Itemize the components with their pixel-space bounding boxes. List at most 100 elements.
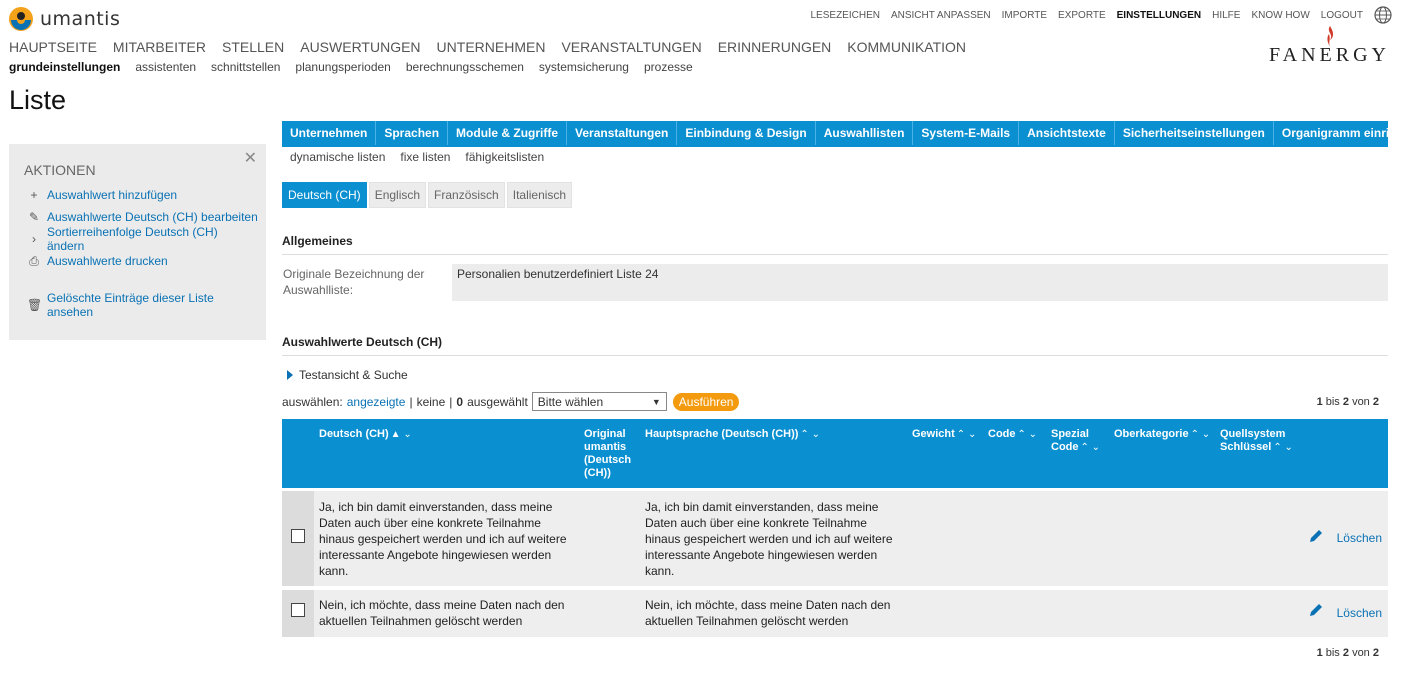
bulk-action-select[interactable]: Bitte wählen ▼ [531,392,667,411]
brand-text: FANERGY [1269,44,1390,66]
tab-ansichtstexte[interactable]: Ansichtstexte [1019,121,1115,145]
action-label: Auswahlwerte drucken [47,254,168,268]
pencil-icon[interactable] [1308,528,1324,544]
mainnav-unternehmen[interactable]: UNTERNEHMEN [437,39,546,55]
tab-veranstaltungen[interactable]: Veranstaltungen [567,121,678,145]
tab-module-zugriffe[interactable]: Module & Zugriffe [448,121,568,145]
mainnav-auswertungen[interactable]: AUSWERTUNGEN [300,39,420,55]
lang-tab-englisch[interactable]: Englisch [368,182,427,208]
action-change-sort-order[interactable]: › Sortierreihenfolge Deutsch (CH) ändern [17,225,258,253]
topnav-einstellungen[interactable]: EINSTELLUNGEN [1117,10,1201,21]
topnav-logout[interactable]: LOGOUT [1321,10,1363,21]
subnav-berechnungsschemen[interactable]: berechnungsschemen [406,60,524,74]
col-label: Code [1051,441,1079,453]
umantis-logo[interactable]: umantis [8,6,120,32]
subnav-schnittstellen[interactable]: schnittstellen [211,60,280,74]
plus-icon: + [30,188,38,202]
subnav-systemsicherung[interactable]: systemsicherung [539,60,629,74]
topnav-lesezeichen[interactable]: LESEZEICHEN [811,10,880,21]
sort-icon[interactable]: ⌃ ⌄ [800,429,820,440]
fanergy-brand: FANERGY [1269,26,1390,67]
topnav-know-how[interactable]: KNOW HOW [1251,10,1309,21]
lang-tab-franzoesisch[interactable]: Französisch [428,182,505,208]
mainnav-stellen[interactable]: STELLEN [222,39,284,55]
col-quellsystem-schluessel[interactable]: Quellsystem Schlüssel ⌃ ⌄ [1220,428,1293,454]
lang-tab-deutsch[interactable]: Deutsch (CH) [282,182,367,208]
text-line: Nein, ich möchte, dass meine Daten nach … [319,598,565,612]
topnav-exporte[interactable]: EXPORTE [1058,10,1106,21]
cell-deutsch: Ja, ich bin damit einverstanden, dass me… [319,499,579,579]
action-print-values[interactable]: ⎙ Auswahlwerte drucken [17,250,258,272]
action-view-deleted[interactable]: 🗑 Gelöschte Einträge dieser Liste ansehe… [17,291,258,319]
row-checkbox[interactable] [291,529,305,543]
table-header: Deutsch (CH) ▲ ⌄ Original umantis (Deutsc… [282,419,1388,488]
page-title: Liste [9,85,67,115]
text-line: hinaus gespeichert werden und ich auf we… [645,532,893,546]
subtab-faehigkeitslisten[interactable]: fähigkeitslisten [465,150,544,164]
col-spezial-code[interactable]: Spezial Code ⌃ ⌄ [1051,428,1100,454]
tab-organigramm[interactable]: Organigramm einrichten [1274,121,1402,145]
lang-tab-italienisch[interactable]: Italienisch [506,182,573,208]
sort-icon[interactable]: ⌃ ⌄ [1273,442,1293,453]
section-heading-general: Allgemeines [282,234,1388,255]
text-line: kann. [319,564,349,578]
action-add-value[interactable]: + Auswahlwert hinzufügen [17,184,258,206]
tab-unternehmen[interactable]: Unternehmen [282,121,377,145]
sort-icon[interactable]: ⌃ ⌄ [1081,442,1101,453]
subnav-grundeinstellungen[interactable]: grundeinstellungen [9,60,120,74]
col-deutsch[interactable]: Deutsch (CH) ▲ ⌄ [319,428,412,441]
subnav-prozesse[interactable]: prozesse [644,60,693,74]
delete-link[interactable]: Löschen [1337,606,1382,620]
col-label: Spezial [1051,428,1089,440]
delete-link[interactable]: Löschen [1337,531,1382,545]
tab-auswahllisten[interactable]: Auswahllisten [816,121,914,145]
topnav-importe[interactable]: IMPORTE [1002,10,1047,21]
action-label: Auswahlwerte Deutsch (CH) bearbeiten [47,210,258,224]
col-hauptsprache[interactable]: Hauptsprache (Deutsch (CH)) ⌃ ⌄ [645,428,820,441]
sort-icon[interactable]: ⌃ ⌄ [1191,429,1211,440]
pencil-icon[interactable] [1308,602,1324,618]
subnav-planungsperioden[interactable]: planungsperioden [295,60,390,74]
sort-icon[interactable]: ⌃ ⌄ [957,429,977,440]
main-navigation: HAUPTSEITE MITARBEITER STELLEN AUSWERTUN… [9,39,966,55]
topnav-ansicht-anpassen[interactable]: ANSICHT ANPASSEN [891,10,991,21]
subtab-dynamische-listen[interactable]: dynamische listen [290,150,385,164]
tab-einbindung-design[interactable]: Einbindung & Design [677,121,816,145]
col-gewicht[interactable]: Gewicht ⌃ ⌄ [912,428,976,441]
mainnav-veranstaltungen[interactable]: VERANSTALTUNGEN [561,39,701,55]
actions-title: AKTIONEN [24,162,96,178]
testansicht-toggle[interactable]: Testansicht & Suche [287,368,408,382]
subtab-fixe-listen[interactable]: fixe listen [400,150,450,164]
top-navigation: LESEZEICHEN ANSICHT ANPASSEN IMPORTE EXP… [811,6,1393,24]
globe-icon[interactable] [1374,6,1392,24]
tab-system-emails[interactable]: System-E-Mails [913,121,1020,145]
col-oberkategorie[interactable]: Oberkategorie ⌃ ⌄ [1114,428,1210,441]
sort-icon[interactable]: ⌃ ⌄ [1018,429,1038,440]
row-checkbox[interactable] [291,603,305,617]
tab-sprachen[interactable]: Sprachen [376,121,449,145]
select-value: Bitte wählen [537,394,604,409]
select-none-link[interactable]: keine [417,395,446,409]
sort-icon[interactable]: ▲ ⌄ [391,429,412,440]
pager-top: 1 bis 2 von 2 [1317,396,1379,408]
mainnav-hauptseite[interactable]: HAUPTSEITE [9,39,97,55]
pager-mid: bis [1325,396,1340,408]
pager-of: von [1352,647,1370,659]
flame-icon [1326,26,1333,46]
pager-total: 2 [1372,396,1379,408]
mainnav-erinnerungen[interactable]: ERINNERUNGEN [718,39,832,55]
mainnav-mitarbeiter[interactable]: MITARBEITER [113,39,206,55]
select-shown-link[interactable]: angezeigte [347,395,406,409]
label-line: Auswahlliste: [283,283,354,297]
subnav-assistenten[interactable]: assistenten [135,60,196,74]
sub-navigation: grundeinstellungen assistenten schnittst… [9,60,693,74]
topnav-hilfe[interactable]: HILFE [1212,10,1240,21]
mainnav-kommunikation[interactable]: KOMMUNIKATION [847,39,966,55]
logo-text: umantis [40,8,121,30]
ausfuehren-button[interactable]: Ausführen [672,392,740,411]
tab-sicherheitseinstellungen[interactable]: Sicherheitseinstellungen [1115,121,1274,145]
close-icon[interactable]: ✕ [244,148,257,168]
col-code[interactable]: Code ⌃ ⌄ [988,428,1037,441]
pager-to: 2 [1342,647,1349,659]
col-label: Gewicht [912,428,955,440]
